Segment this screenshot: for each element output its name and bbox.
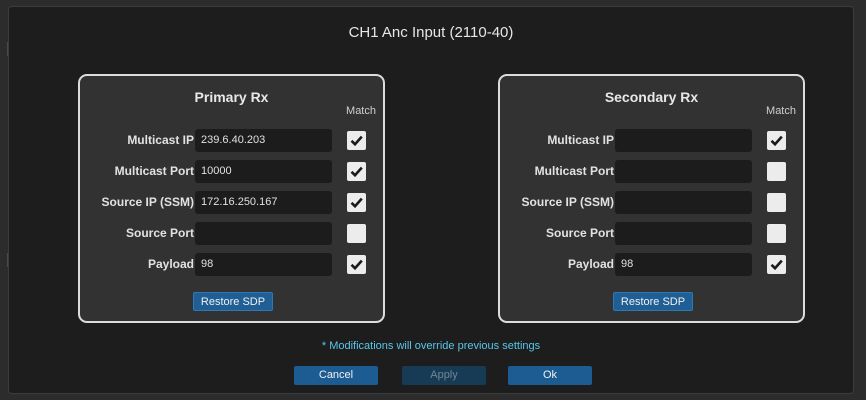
- secondary-restore-sdp-button[interactable]: Restore SDP: [613, 292, 693, 311]
- primary-source-port-match-checkbox[interactable]: [347, 224, 366, 243]
- secondary-payload-input[interactable]: 98: [615, 253, 752, 276]
- secondary-multicast-port-match-checkbox[interactable]: [767, 162, 786, 181]
- primary-payload-match-checkbox[interactable]: [347, 255, 366, 274]
- primary-source-port-input[interactable]: [195, 222, 332, 245]
- primary-match-header: Match: [346, 105, 376, 117]
- primary-restore-sdp-button[interactable]: Restore SDP: [193, 292, 273, 311]
- override-notice: * Modifications will override previous s…: [321, 340, 541, 352]
- primary-multicast-ip-input[interactable]: 239.6.40.203: [195, 129, 332, 152]
- secondary-row-multicast-port: Multicast Port: [500, 160, 803, 183]
- secondary-row-multicast-ip: Multicast IP: [500, 129, 803, 152]
- ok-button[interactable]: Ok: [508, 366, 592, 385]
- secondary-source-ip-match-checkbox[interactable]: [767, 193, 786, 212]
- primary-row-payload: Payload 98: [80, 253, 383, 276]
- checkmark-icon: [350, 259, 363, 271]
- checkmark-icon: [350, 197, 363, 209]
- primary-source-ip-match-checkbox[interactable]: [347, 193, 366, 212]
- field-label: Payload: [567, 257, 614, 271]
- field-label: Multicast Port: [114, 164, 194, 178]
- secondary-source-port-input[interactable]: [615, 222, 752, 245]
- secondary-row-source-ip: Source IP (SSM): [500, 191, 803, 214]
- application-frame: CH1 Anc Input (2110-40) Primary Rx Match…: [0, 0, 866, 400]
- field-label: Source Port: [545, 226, 614, 240]
- secondary-row-payload: Payload 98: [500, 253, 803, 276]
- secondary-source-port-match-checkbox[interactable]: [767, 224, 786, 243]
- field-label: Multicast IP: [127, 133, 194, 147]
- secondary-multicast-ip-match-checkbox[interactable]: [767, 131, 786, 150]
- apply-button[interactable]: Apply: [402, 366, 486, 385]
- secondary-rx-title: Secondary Rx: [604, 89, 699, 105]
- field-label: Source IP (SSM): [101, 195, 194, 209]
- field-label: Source IP (SSM): [521, 195, 614, 209]
- primary-multicast-port-match-checkbox[interactable]: [347, 162, 366, 181]
- checkmark-icon: [350, 135, 363, 147]
- secondary-rx-panel: Secondary Rx Match Multicast IP Multicas…: [498, 74, 805, 323]
- field-label: Multicast IP: [547, 133, 614, 147]
- primary-multicast-ip-match-checkbox[interactable]: [347, 131, 366, 150]
- primary-rx-panel: Primary Rx Match Multicast IP 239.6.40.2…: [78, 74, 385, 323]
- field-label: Payload: [147, 257, 194, 271]
- secondary-multicast-port-input[interactable]: [615, 160, 752, 183]
- checkmark-icon: [770, 259, 783, 271]
- secondary-payload-match-checkbox[interactable]: [767, 255, 786, 274]
- secondary-source-ip-input[interactable]: [615, 191, 752, 214]
- checkmark-icon: [770, 135, 783, 147]
- primary-multicast-port-input[interactable]: 10000: [195, 160, 332, 183]
- primary-rx-title: Primary Rx: [194, 89, 269, 105]
- checkmark-icon: [350, 166, 363, 178]
- field-label: Multicast Port: [534, 164, 614, 178]
- dialog-title: CH1 Anc Input (2110-40): [348, 24, 514, 41]
- secondary-match-header: Match: [766, 105, 796, 117]
- secondary-row-source-port: Source Port: [500, 222, 803, 245]
- primary-row-multicast-port: Multicast Port 10000: [80, 160, 383, 183]
- primary-payload-input[interactable]: 98: [195, 253, 332, 276]
- anc-input-dialog: CH1 Anc Input (2110-40) Primary Rx Match…: [8, 6, 854, 394]
- primary-row-multicast-ip: Multicast IP 239.6.40.203: [80, 129, 383, 152]
- primary-row-source-ip: Source IP (SSM) 172.16.250.167: [80, 191, 383, 214]
- cancel-button[interactable]: Cancel: [294, 366, 378, 385]
- primary-source-ip-input[interactable]: 172.16.250.167: [195, 191, 332, 214]
- field-label: Source Port: [125, 226, 194, 240]
- primary-row-source-port: Source Port: [80, 222, 383, 245]
- secondary-multicast-ip-input[interactable]: [615, 129, 752, 152]
